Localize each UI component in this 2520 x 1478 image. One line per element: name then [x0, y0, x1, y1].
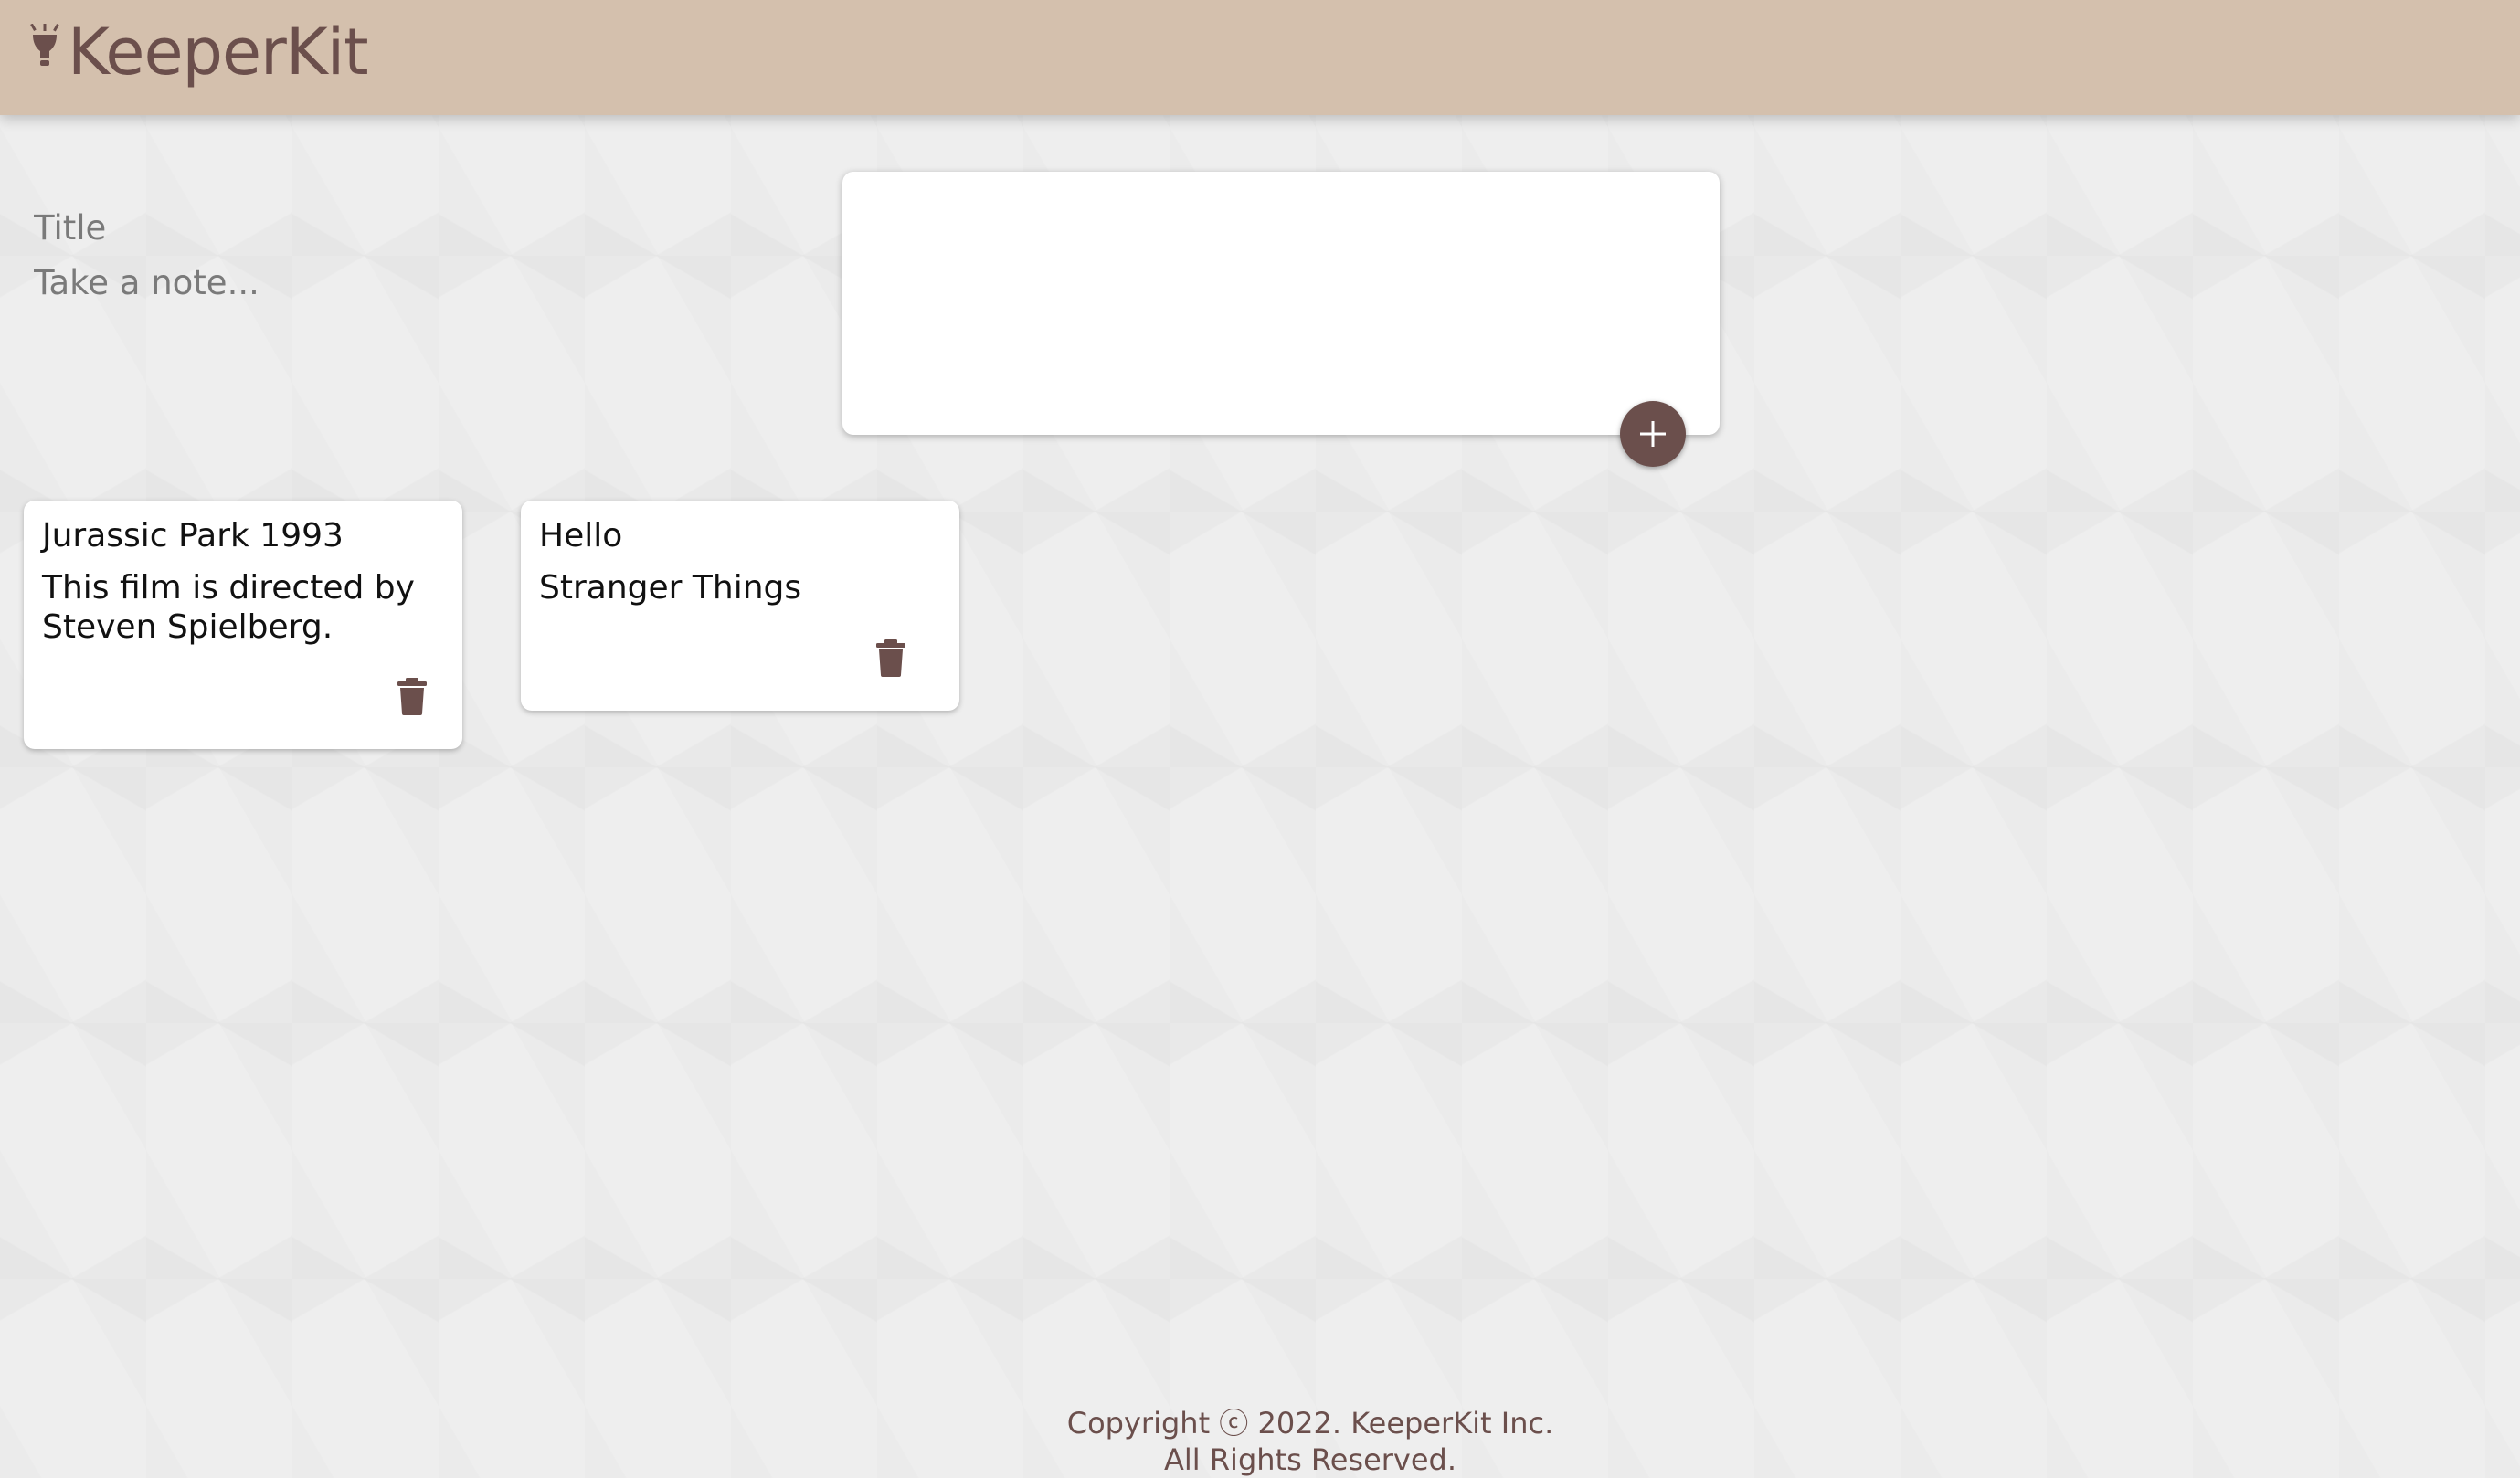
- plus-icon: [1640, 421, 1666, 447]
- note-title: Jurassic Park 1993: [42, 517, 344, 554]
- note-card: Jurassic Park 1993 This film is directed…: [24, 501, 462, 749]
- bulb-icon: [30, 24, 59, 66]
- footer-rights: All Rights Reserved.: [1163, 1442, 1457, 1477]
- note-content-input[interactable]: [34, 261, 838, 389]
- trash-icon[interactable]: [394, 676, 430, 716]
- footer-copyright: Copyright ⓒ 2022. KeeperKit Inc.: [1066, 1406, 1554, 1441]
- note-content: Stranger Things: [539, 569, 802, 607]
- trash-icon[interactable]: [873, 638, 909, 678]
- note-title: Hello: [539, 517, 623, 554]
- note-card: Hello Stranger Things: [521, 501, 959, 711]
- note-content: This film is directed by Steven Spielber…: [42, 569, 415, 646]
- create-note-form: [842, 172, 1720, 435]
- add-note-button[interactable]: [1620, 401, 1686, 467]
- note-title-input[interactable]: [34, 203, 838, 252]
- app-header: KeeperKit: [0, 0, 2520, 115]
- logo[interactable]: KeeperKit: [27, 13, 369, 91]
- logo-text: KeeperKit: [68, 15, 369, 90]
